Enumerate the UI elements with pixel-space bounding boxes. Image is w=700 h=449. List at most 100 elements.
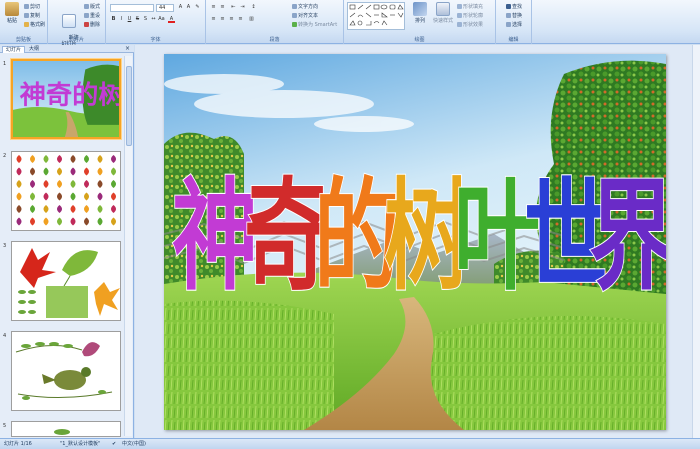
leaf-shape — [16, 155, 22, 163]
smartart-button[interactable]: 转换为 SmartArt — [292, 21, 337, 28]
select-button[interactable]: 选择 — [506, 21, 522, 28]
pane-tabs: 幻灯片 大纲 × — [0, 45, 134, 53]
leaf-shape — [30, 205, 35, 213]
scrollbar-thumb[interactable] — [126, 66, 132, 146]
current-slide[interactable]: 神 奇 的 树 叶 世 界 — [164, 54, 666, 430]
delete-button[interactable]: 删除 — [84, 21, 100, 28]
paragraph-group-label: 段落 — [269, 37, 280, 43]
find-button[interactable]: 查找 — [506, 3, 522, 10]
strikethrough-button[interactable]: S — [134, 16, 141, 23]
font-color-button[interactable]: A — [168, 16, 175, 23]
align-left-button[interactable]: ≡ — [210, 16, 217, 23]
leaf-shape — [97, 192, 103, 201]
paste-button[interactable]: 粘贴 — [2, 2, 22, 24]
leaf-shape — [16, 217, 22, 226]
leaf-shape — [111, 192, 116, 201]
align-text-button[interactable]: 对齐文本 — [292, 12, 318, 19]
leaf-shape — [84, 205, 89, 213]
tab-outline[interactable]: 大纲 — [26, 46, 42, 53]
cursor-icon — [506, 22, 511, 27]
slide-title-char: 界 — [589, 166, 666, 306]
reset-icon — [84, 13, 89, 18]
shapes-gallery[interactable] — [347, 2, 405, 30]
numbering-button[interactable]: ≡ — [219, 4, 226, 11]
shrink-font-button[interactable]: A — [185, 4, 192, 11]
slide-5-preview — [54, 429, 70, 435]
arrange-button[interactable]: 排列 — [410, 2, 430, 24]
align-center-button[interactable]: ≡ — [219, 16, 226, 23]
tab-slides[interactable]: 幻灯片 — [2, 46, 26, 53]
format-painter-button[interactable]: 格式刷 — [24, 21, 45, 28]
line-spacing-button[interactable]: ↕ — [250, 4, 257, 11]
drawing-group-label: 绘图 — [414, 37, 425, 43]
shape-fill-button[interactable]: 形状填充 — [457, 3, 483, 10]
scissors-icon — [24, 4, 29, 9]
reset-button[interactable]: 重设 — [84, 12, 100, 19]
leaf-shape — [57, 180, 62, 188]
font-name-combo[interactable] — [110, 4, 154, 12]
editor-scrollbar[interactable] — [692, 45, 700, 438]
underline-button[interactable]: U — [126, 16, 133, 23]
text-direction-button[interactable]: 文字方向 — [292, 3, 318, 10]
leaf-shape — [97, 180, 103, 188]
copy-button[interactable]: 复制 — [24, 12, 40, 19]
leaf-shape — [111, 180, 116, 188]
leaf-shape — [57, 217, 62, 226]
bullets-button[interactable]: ≡ — [210, 4, 217, 11]
slide-number: 4 — [3, 333, 7, 339]
clipboard-group: 粘贴 剪切 复制 格式刷 剪贴板 — [0, 0, 48, 44]
leaf-shape — [111, 155, 116, 163]
leaf-shape — [57, 192, 62, 201]
fill-bucket-icon — [457, 4, 462, 9]
leaf-shape — [43, 155, 49, 163]
leaf-collage-illustration — [18, 248, 120, 318]
replace-button[interactable]: 替换 — [506, 12, 522, 19]
slide-thumbnail-image: 神奇的树叶世界 — [11, 59, 121, 139]
leaf-shape — [97, 155, 103, 163]
spacing-button[interactable]: ↔ — [150, 16, 157, 23]
leaf-shape — [57, 167, 62, 176]
shadow-button[interactable]: S — [142, 16, 149, 23]
quick-styles-button[interactable]: 快速样式 — [432, 2, 454, 24]
bold-button[interactable]: B — [110, 16, 117, 23]
slides-group: 新建 幻灯片 版式 重设 删除 幻灯片 — [48, 0, 106, 47]
leaf-bird-illustration — [15, 342, 113, 400]
justify-button[interactable]: ≡ — [237, 16, 244, 23]
leaf-shape — [97, 217, 103, 226]
leaf-shape — [84, 217, 89, 226]
font-size-combo[interactable]: 44 — [156, 4, 174, 12]
brush-icon — [24, 22, 29, 27]
shape-effects-button[interactable]: 形状效果 — [457, 21, 483, 28]
shape-outline-button[interactable]: 形状轮廓 — [457, 12, 483, 19]
leaf-shape — [57, 205, 62, 213]
arrange-icon — [413, 2, 427, 16]
slides-pane-scrollbar[interactable] — [124, 56, 132, 436]
close-pane-icon[interactable]: × — [125, 45, 130, 52]
leaf-shape — [16, 180, 22, 188]
leaf-shape — [43, 180, 49, 188]
effects-icon — [457, 22, 462, 27]
font-group: 44 A A ✎ B I U S S ↔ Aa A 字体 — [106, 0, 206, 44]
slide-number: 1 — [3, 61, 7, 67]
italic-button[interactable]: I — [118, 16, 125, 23]
leaf-shape — [111, 167, 116, 176]
increase-indent-button[interactable]: ⇥ — [239, 4, 246, 11]
clear-format-button[interactable]: ✎ — [194, 4, 201, 11]
leaf-shape — [43, 167, 49, 176]
layout-icon — [84, 4, 89, 9]
cut-button[interactable]: 剪切 — [24, 3, 40, 10]
slide-thumbnail-image — [11, 241, 121, 321]
spellcheck-icon[interactable]: ✔ — [112, 439, 116, 449]
columns-button[interactable]: ▥ — [248, 16, 255, 23]
grow-font-button[interactable]: A — [177, 4, 184, 11]
leaf-shape — [43, 192, 49, 201]
language-status[interactable]: 中文(中国) — [122, 439, 146, 449]
align-right-button[interactable]: ≡ — [228, 16, 235, 23]
decrease-indent-button[interactable]: ⇤ — [230, 4, 237, 11]
leaf-shape — [70, 192, 76, 201]
leaf-shape — [30, 217, 35, 226]
editing-group-label: 编辑 — [508, 37, 519, 43]
binoculars-icon — [506, 4, 511, 9]
case-button[interactable]: Aa — [158, 16, 165, 23]
layout-button[interactable]: 版式 — [84, 3, 100, 10]
